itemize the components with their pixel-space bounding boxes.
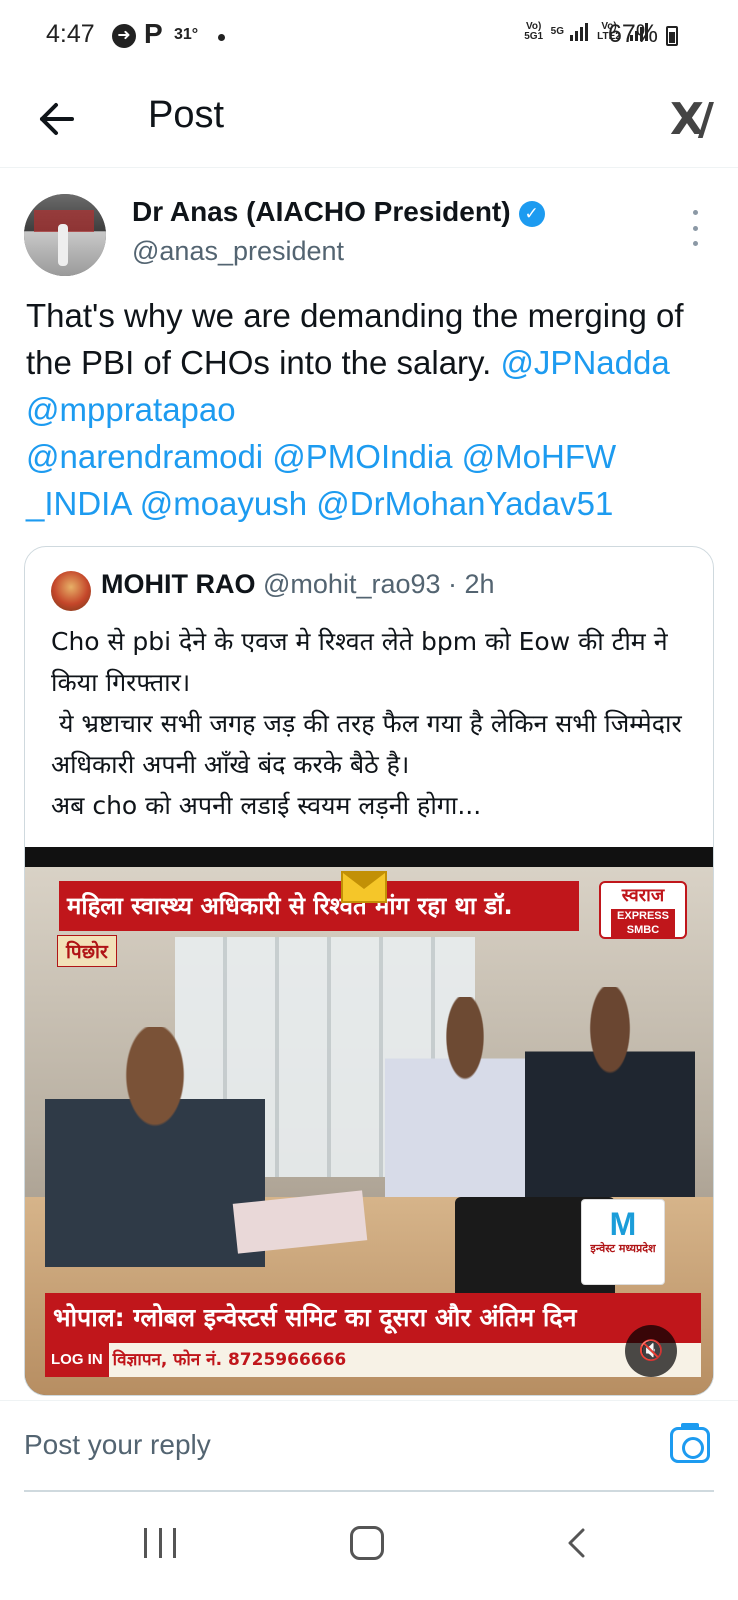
mention-links-line-3[interactable]: _INDIA @moayush @DrMohanYadav51 [26, 485, 613, 522]
system-navigation-bar [0, 1500, 738, 1600]
author-avatar[interactable] [24, 194, 106, 276]
network-sim1-label: Vo) 5G1 [524, 21, 544, 42]
top-app-bar: Post X/ [0, 72, 738, 168]
ad-text: विज्ञापन, फोन नं. 8725966666 [112, 1350, 347, 1370]
quoted-author-name: MOHIT RAO [101, 569, 256, 599]
reply-input[interactable]: Post your reply [24, 1429, 211, 1461]
page-title: Post [148, 94, 225, 136]
mute-button[interactable]: 🔇 [625, 1325, 677, 1377]
quoted-author-handle: @mohit_rao93 [263, 569, 441, 599]
quoted-author-avatar [51, 571, 91, 611]
quoted-tweet-time: · 2h [448, 569, 495, 599]
arrow-left-icon [40, 103, 74, 135]
battery-icon [666, 26, 678, 46]
badge-letter: M [609, 1206, 637, 1242]
quoted-tweet-text: Cho से pbi देने के एवज मे रिश्वत लेते bp… [51, 627, 682, 820]
video-headline: महिला स्वास्थ्य अधिकारी से रिश्वत मांग र… [59, 881, 579, 931]
author-name[interactable]: Dr Anas (AIACHO President) ✓ [132, 196, 545, 228]
more-options-button[interactable] [690, 210, 700, 246]
battery-percent: 67% [607, 20, 658, 48]
login-label: LOG IN [45, 1343, 109, 1377]
author-handle[interactable]: @anas_president [132, 236, 344, 267]
x-logo-icon[interactable]: X/ [670, 94, 714, 145]
channel-name: स्वराज [621, 885, 665, 906]
more-notifications-dot-icon [218, 34, 225, 41]
author-name-text: Dr Anas (AIACHO President) [132, 196, 511, 227]
back-button[interactable] [34, 96, 80, 142]
quoted-tweet-header: MOHIT RAO @mohit_rao93 · 2h [101, 569, 495, 600]
status-time: 4:47 [46, 20, 95, 48]
badge-text: इन्वेस्ट मध्यप्रदेश [590, 1242, 656, 1255]
channel-logo: स्वराज EXPRESS SMBC [599, 881, 687, 939]
signal-1-icon [570, 23, 588, 41]
notification-app-icon: P [144, 18, 163, 49]
channel-subtitle: EXPRESS SMBC [611, 909, 675, 937]
ad-strip: LOG IN विज्ञापन, फोन नं. 8725966666 [45, 1343, 701, 1377]
reply-divider [24, 1490, 714, 1492]
quoted-tweet[interactable]: MOHIT RAO @mohit_rao93 · 2h Cho से pbi द… [24, 546, 714, 1396]
system-back-icon[interactable] [566, 1528, 586, 1558]
home-icon[interactable] [350, 1526, 384, 1560]
weather-temperature: 31° [174, 26, 199, 43]
mention-links-line-2[interactable]: @narendramodi @PMOIndia @MoHFW [26, 438, 616, 475]
video-location-tag: पिछोर [57, 935, 117, 967]
invest-mp-badge: M इन्वेस्ट मध्यप्रदेश [581, 1199, 665, 1285]
network-5g-label: 5G [550, 26, 564, 37]
mute-icon: 🔇 [638, 1340, 664, 1362]
status-bar: 4:47 ➜ P 31° Vo) 5G1 5G Vo) LTE2 67% [0, 0, 738, 72]
verified-badge-icon: ✓ [518, 201, 545, 227]
news-ticker: भोपाल: ग्लोबल इन्वेस्टर्स समिट का दूसरा … [45, 1293, 701, 1343]
messages-notification-icon: ➜ [112, 24, 136, 48]
camera-icon[interactable] [670, 1423, 710, 1463]
video-player[interactable]: महिला स्वास्थ्य अधिकारी से रिश्वत मांग र… [25, 847, 713, 1395]
tweet-text: That's why we are demanding the merging … [26, 292, 716, 527]
recent-apps-icon[interactable] [144, 1528, 176, 1558]
envelope-icon [341, 871, 387, 903]
reply-composer: Post your reply [0, 1400, 738, 1490]
